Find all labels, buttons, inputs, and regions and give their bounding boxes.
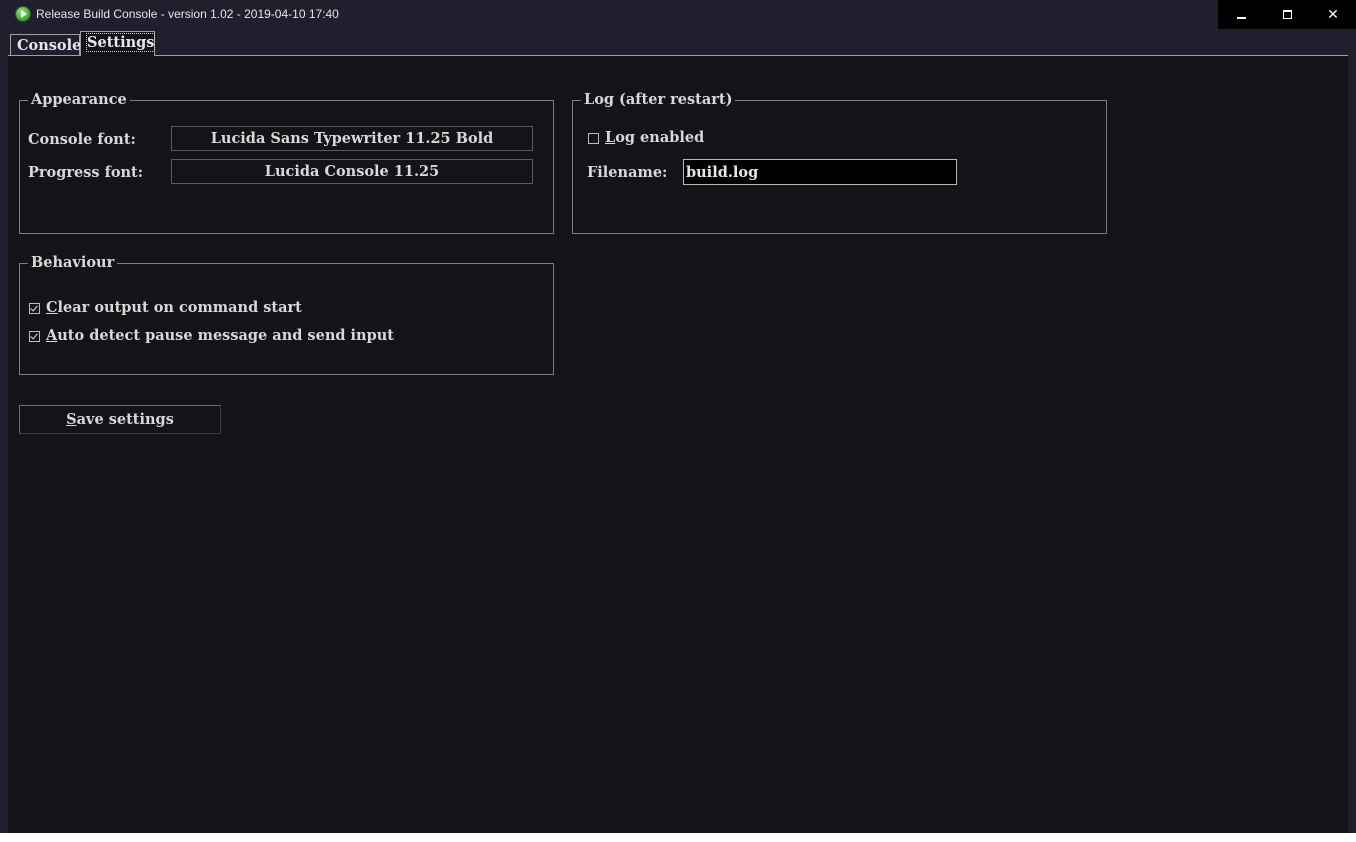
save-settings-accel: S (66, 411, 77, 428)
window-controls: ✕ (1218, 0, 1356, 29)
window-bottom-edge (0, 833, 1356, 842)
behaviour-legend: Behaviour (28, 254, 118, 272)
tab-settings[interactable]: Settings (80, 31, 156, 56)
tab-console-label: Console (17, 37, 82, 54)
auto-detect-label: Auto detect pause message and send input (46, 327, 394, 345)
log-enabled-checkbox-row[interactable]: Log enabled (588, 129, 704, 147)
log-legend: Log (after restart) (581, 91, 736, 109)
auto-detect-checkbox-row[interactable]: Auto detect pause message and send input (29, 327, 394, 345)
settings-pane: Appearance Console font: Lucida Sans Typ… (8, 55, 1348, 833)
app-window: Release Build Console - version 1.02 - 2… (0, 0, 1356, 842)
app-play-icon (15, 6, 31, 22)
close-button[interactable]: ✕ (1310, 0, 1356, 29)
log-group: Log (after restart) Log enabled Filename… (572, 91, 1107, 234)
progress-font-selector[interactable]: Lucida Console 11.25 (171, 159, 533, 184)
clear-output-rest: lear output on command start (57, 299, 302, 316)
appearance-group: Appearance Console font: Lucida Sans Typ… (19, 91, 554, 234)
auto-detect-rest: uto detect pause message and send input (57, 327, 394, 344)
log-enabled-label: Log enabled (605, 129, 704, 147)
log-enabled-accel: L (605, 129, 616, 146)
appearance-legend: Appearance (28, 91, 130, 109)
filename-label: Filename: (587, 164, 668, 181)
clear-output-checkbox-row[interactable]: Clear output on command start (29, 299, 302, 317)
save-settings-rest: ave settings (76, 411, 174, 428)
save-settings-button[interactable]: Save settings (19, 405, 221, 434)
minimize-button[interactable] (1218, 0, 1264, 29)
clear-output-label: Clear output on command start (46, 299, 302, 317)
title-bar: Release Build Console - version 1.02 - 2… (0, 0, 1356, 30)
console-font-label: Console font: (28, 131, 136, 148)
window-title: Release Build Console - version 1.02 - 2… (36, 7, 339, 21)
tab-console[interactable]: Console (10, 34, 82, 56)
tab-settings-label: Settings (85, 33, 156, 52)
auto-detect-checkbox[interactable] (29, 330, 40, 342)
behaviour-group: Behaviour Clear output on command start … (19, 254, 554, 375)
clear-output-checkbox[interactable] (29, 302, 40, 314)
maximize-button[interactable] (1264, 0, 1310, 29)
auto-detect-accel: A (46, 327, 58, 344)
log-enabled-rest: og enabled (615, 129, 705, 146)
progress-font-label: Progress font: (28, 164, 144, 181)
log-enabled-checkbox[interactable] (588, 132, 599, 144)
filename-input[interactable] (683, 159, 957, 185)
console-font-selector[interactable]: Lucida Sans Typewriter 11.25 Bold (171, 126, 533, 151)
tab-strip: Console Settings (8, 30, 1348, 56)
clear-output-accel: C (46, 299, 58, 316)
